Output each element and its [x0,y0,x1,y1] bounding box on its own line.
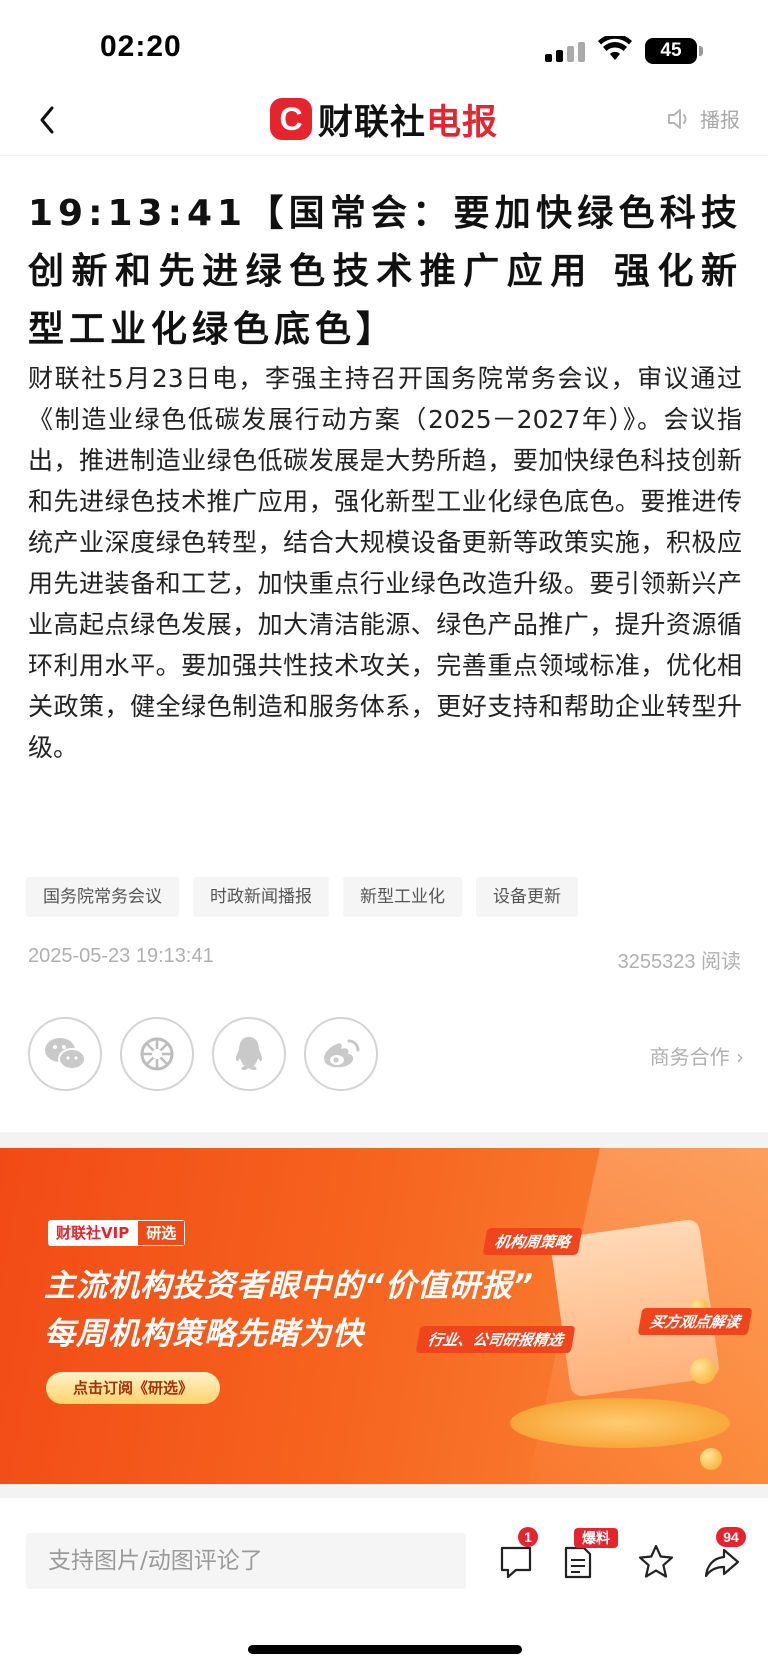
vip-badge: 财联社VIP 研选 [48,1220,186,1246]
share-moments-button[interactable] [120,1017,194,1091]
article-headline: 19:13:41【国常会：要加快绿色科技创新和先进绿色技术推广应用 强化新型工业… [28,193,742,350]
share-count-badge: 94 [716,1527,746,1547]
battery-indicator: 45 [645,38,697,64]
coin-illustration [690,1358,716,1384]
comment-count-badge: 1 [518,1527,538,1547]
section-divider [0,1132,768,1148]
speaker-icon [668,108,687,129]
banner-pill: 行业、公司研报精选 [415,1326,576,1353]
banner-headline: 主流机构投资者眼中的“价值研报” [44,1268,534,1304]
publish-datetime: 2025-05-23 19:13:41 [28,945,214,967]
vip-badge-brand: 财联社VIP [48,1220,138,1246]
vip-promo-banner[interactable]: 财联社VIP 研选 主流机构投资者眼中的“价值研报” 每周机构策略先睹为快 点击… [0,1148,768,1484]
document-icon [564,1546,592,1579]
article-body: 财联社5月23日电，李强主持召开国务院常务会议，审议通过《制造业绿色低碳发展行动… [28,364,742,762]
tag-list: 国务院常务会议 时政新闻播报 新型工业化 设备更新 [26,877,578,917]
article-meta: 2025-05-23 19:13:41 3255323 阅读 [28,945,741,973]
moments-icon [140,1037,174,1071]
logo-text-brand: 财联社 [318,102,427,143]
subscribe-button[interactable]: 点击订阅《研选》 [46,1372,220,1404]
tag-item[interactable]: 国务院常务会议 [26,877,179,917]
logo-mark: C [270,98,312,140]
tag-item[interactable]: 时政新闻播报 [193,877,329,917]
comment-input[interactable]: 支持图片/动图评论了 [26,1533,466,1589]
tag-item[interactable]: 设备更新 [476,877,578,917]
home-indicator [248,1645,522,1654]
app-logo: C 财联社 电报 [270,96,499,143]
signal-icon [545,40,587,62]
star-icon [638,1544,674,1578]
back-button[interactable] [30,98,70,142]
section-divider [0,1484,768,1498]
tip-off-badge: 爆料 [574,1528,618,1548]
vip-badge-label: 研选 [137,1220,186,1246]
banner-pill: 买方观点解读 [637,1308,753,1335]
tip-off-button[interactable]: 爆料 [556,1528,618,1584]
weibo-icon [324,1039,360,1068]
nav-header: C 财联社 电报 播报 [0,90,768,156]
wechat-icon [45,1038,86,1070]
share-button[interactable]: 94 [700,1527,746,1584]
qq-icon [235,1037,263,1070]
share-qq-button[interactable] [212,1017,286,1091]
logo-text-telegraph: 电报 [426,102,499,143]
share-icon [704,1548,740,1578]
favorite-button[interactable] [634,1540,678,1584]
tag-item[interactable]: 新型工业化 [343,877,462,917]
comment-icon [500,1546,532,1579]
broadcast-label: 播报 [700,108,740,132]
comment-button[interactable]: 1 [494,1527,538,1584]
share-weibo-button[interactable] [304,1017,378,1091]
dish-illustration [510,1398,730,1448]
banner-pill: 机构周策略 [482,1228,583,1255]
status-time: 02:20 [100,30,182,63]
wifi-icon [598,36,632,60]
share-row: 商务合作 › [28,1017,744,1091]
read-count: 3255323 阅读 [617,951,741,973]
battery-tip [699,46,703,56]
business-cooperation-link[interactable]: 商务合作 › [650,1041,744,1070]
banner-subheadline: 每周机构策略先睹为快 [44,1316,364,1352]
coin-illustration [700,1448,722,1470]
share-wechat-button[interactable] [28,1017,102,1091]
status-bar: 02:20 45 [0,0,768,90]
broadcast-button[interactable]: 播报 [666,104,740,133]
